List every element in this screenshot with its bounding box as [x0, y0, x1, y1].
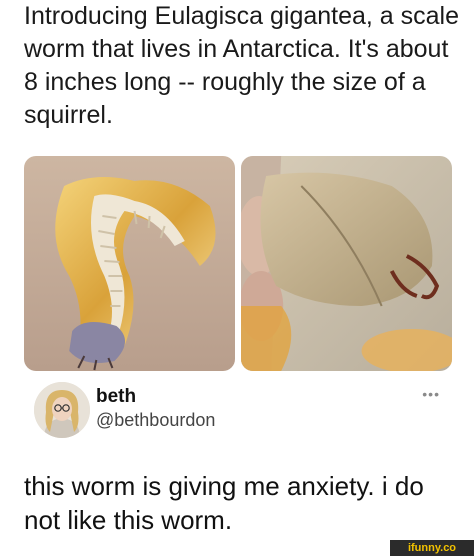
ifunny-watermark: ifunny.co	[390, 540, 474, 556]
worm-photo	[24, 156, 235, 371]
more-icon[interactable]: •••	[422, 386, 440, 402]
user-handle[interactable]: @bethbourdon	[96, 410, 215, 431]
meme-caption: Introducing Eulagisca gigantea, a scale …	[24, 2, 460, 129]
avatar-image	[34, 382, 90, 438]
worm-photo-left[interactable]	[24, 156, 235, 371]
tweet-author: beth @bethbourdon •••	[34, 382, 454, 444]
display-name[interactable]: beth	[96, 386, 136, 408]
photo-pair	[24, 156, 452, 371]
avatar[interactable]	[34, 382, 90, 438]
tweet-text: this worm is giving me anxiety. i do not…	[24, 471, 424, 535]
worm-closeup-photo	[241, 156, 452, 371]
worm-photo-right[interactable]	[241, 156, 452, 371]
